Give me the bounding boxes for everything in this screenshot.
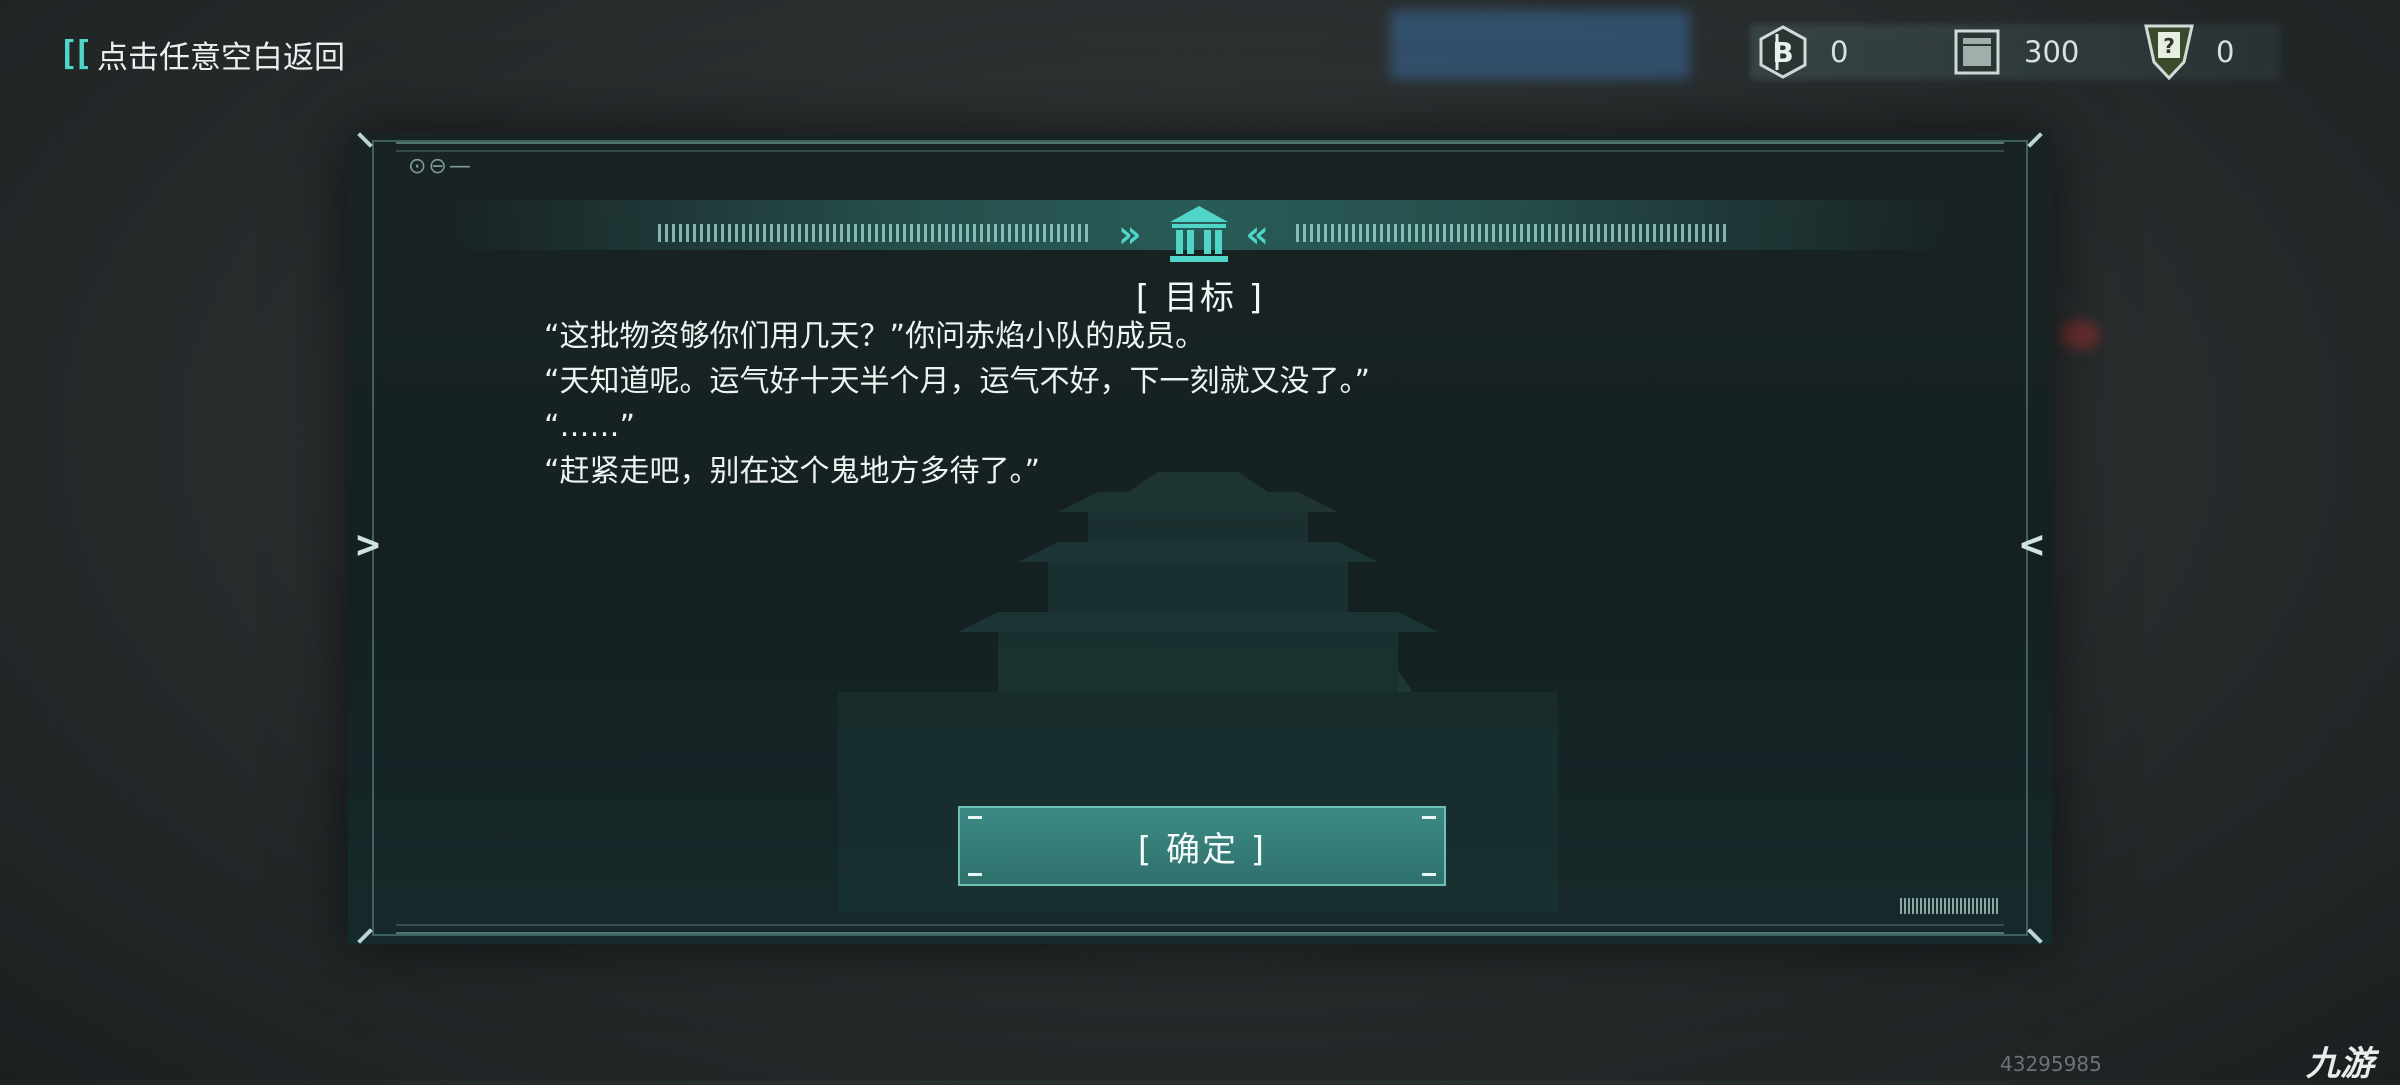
resource-supply[interactable]: 300 [1952, 22, 2079, 82]
bracket-icon: [[ [58, 34, 93, 74]
tap-blank-to-return-button[interactable]: [[ 点击任意空白返回 [58, 32, 345, 76]
question-card-icon: ? [2144, 24, 2194, 81]
corner-mark [357, 928, 373, 944]
resource-value: 0 [1830, 35, 1849, 69]
watermark-id: 43295985 [2000, 1052, 2102, 1076]
right-arrow-icon: < [2019, 522, 2044, 568]
story-line: “赶紧走吧，别在这个鬼地方多待了。” [544, 454, 1041, 489]
story-line: “这批物资够你们用几天？”你问赤焰小队的成员。 [544, 319, 1206, 354]
story-line: “天知道呢。运气好十天半个月，运气不好，下一刻就又没了。” [544, 364, 1371, 399]
header-stripes-left [658, 224, 1088, 242]
confirm-label: [ 确定 ] [1137, 829, 1267, 870]
corner-mark [357, 132, 373, 148]
dialog-frame-bottom [396, 924, 2004, 934]
button-corner [968, 816, 982, 819]
chevron-right-icon: » [1118, 212, 1141, 256]
resource-value: 300 [2024, 35, 2080, 69]
resource-b-coin[interactable]: B 0 [1758, 22, 1848, 82]
corner-mark [2027, 928, 2043, 944]
chevron-left-icon: « [1246, 212, 1269, 256]
b-coin-hex-icon: B [1758, 25, 1808, 79]
header-stripes-right [1296, 224, 1726, 242]
button-corner [1422, 873, 1436, 876]
story-line: “……” [544, 409, 636, 444]
svg-text:?: ? [2163, 34, 2175, 58]
button-corner [1422, 816, 1436, 819]
barcode-decoration [1900, 898, 2000, 914]
supply-crate-icon [1952, 25, 2002, 79]
goal-title: [ 目标 ] [1135, 278, 1265, 318]
story-text: “这批物资够你们用几天？”你问赤焰小队的成员。 “天知道呢。运气好十天半个月，运… [544, 314, 1370, 494]
watermark-logo: 九游 [2306, 1044, 2374, 1084]
back-label: 点击任意空白返回 [96, 39, 345, 76]
left-arrow-icon: > [356, 522, 381, 568]
corner-mark [2027, 132, 2043, 148]
background-blur [2060, 320, 2100, 350]
dialog-frame-top [396, 142, 2004, 152]
background-blur [1390, 10, 1690, 80]
bank-building-icon [1170, 206, 1228, 262]
resource-card[interactable]: ? 0 [2144, 22, 2234, 82]
confirm-button[interactable]: [ 确定 ] [958, 806, 1446, 886]
button-corner [968, 873, 982, 876]
status-indicator: ⊙⊖— [408, 154, 473, 179]
goal-dialog: ⊙⊖— > < » « [ 目标 ] “这批物资够你们用几天？”你问赤焰小队的成… [348, 132, 2052, 944]
resource-value: 0 [2216, 35, 2235, 69]
